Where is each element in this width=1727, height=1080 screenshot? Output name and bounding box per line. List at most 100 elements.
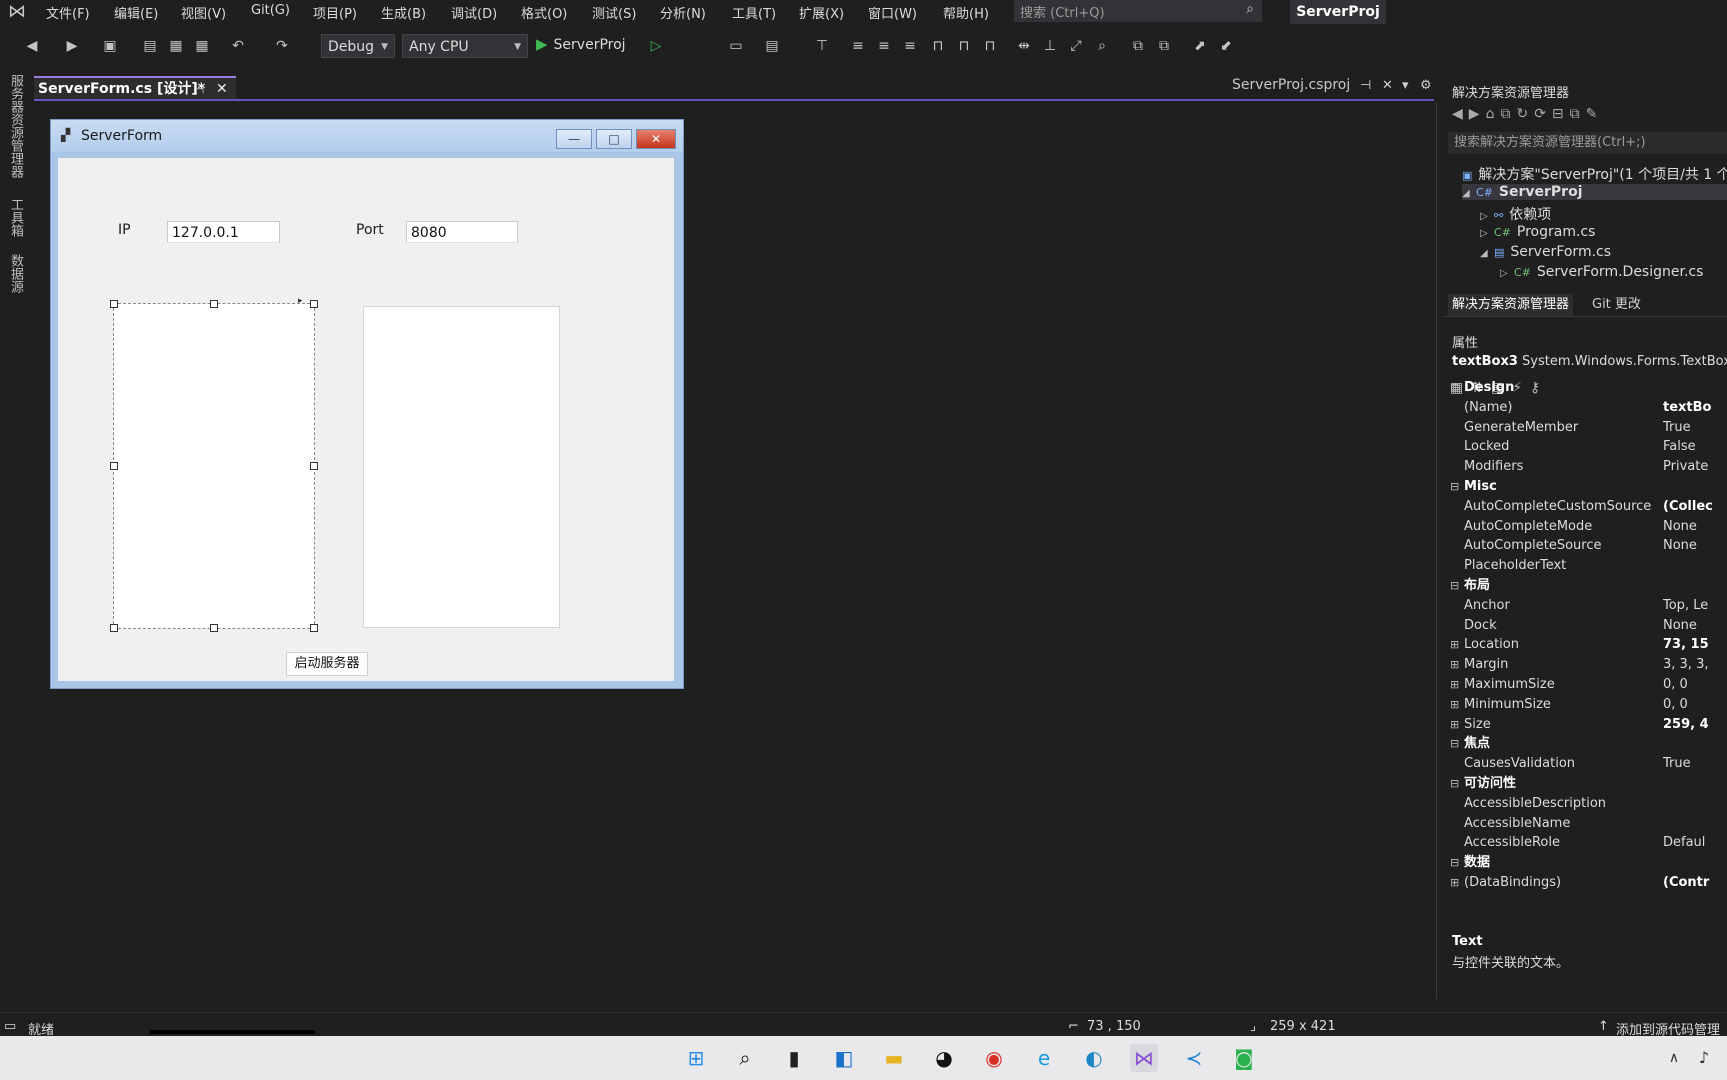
property-row[interactable]: AccessibleRole Defaul [1444, 834, 1727, 852]
property-value[interactable]: (Contr [1663, 874, 1709, 892]
save-all-icon[interactable]: ▦ [192, 36, 212, 56]
property-row[interactable]: Anchor Top, Le [1444, 597, 1727, 615]
collapse-icon[interactable]: ⊟ [1450, 379, 1459, 397]
layout-icon[interactable]: ▤ [762, 36, 782, 56]
search-input[interactable]: 搜索 (Ctrl+Q) ⌕ [1014, 0, 1262, 22]
switch-views-icon[interactable]: ⧉ [1500, 106, 1516, 122]
file-explorer-icon[interactable]: ▬ [880, 1044, 908, 1072]
redo-icon[interactable]: ↷ [272, 36, 292, 56]
resize-handle[interactable] [110, 300, 118, 308]
menu-build[interactable]: 生成(B) [381, 3, 426, 22]
property-value[interactable]: 259, 4 [1663, 716, 1709, 734]
task-view-icon[interactable]: ▮ [780, 1044, 808, 1072]
resize-handle[interactable] [110, 624, 118, 632]
property-category[interactable]: ⊟ Design [1444, 379, 1727, 397]
property-row[interactable]: AccessibleDescription [1444, 795, 1727, 813]
property-value[interactable]: Top, Le [1663, 597, 1708, 615]
menu-format[interactable]: 格式(O) [521, 3, 567, 22]
menu-git[interactable]: Git(G) [251, 3, 290, 18]
menu-debug[interactable]: 调试(D) [451, 3, 497, 22]
ie-browser-icon[interactable]: e [1030, 1044, 1058, 1072]
run-button[interactable]: ▶ ServerProj [536, 35, 626, 53]
pin-icon[interactable]: ⊣ [1360, 78, 1371, 93]
tree-item-solution[interactable]: ▣ 解决方案"ServerProj"(1 个项目/共 1 个) [1462, 164, 1727, 184]
property-row[interactable]: ⊞ MinimumSize 0, 0 [1444, 696, 1727, 714]
expand-icon[interactable]: ⊞ [1450, 676, 1459, 694]
back-icon[interactable]: ◀ [22, 36, 42, 56]
bring-front-icon[interactable]: ⬈ [1190, 36, 1210, 56]
toolbox-tab[interactable]: 工具箱 [6, 198, 25, 237]
tab-git-changes[interactable]: Git 更改 [1588, 294, 1645, 316]
property-value[interactable]: None [1663, 537, 1697, 555]
resize-handle[interactable] [310, 624, 318, 632]
close-icon[interactable]: ✕ [1382, 78, 1393, 93]
resize-handle[interactable] [210, 300, 218, 308]
folder-view-icon[interactable]: ▭ [726, 36, 746, 56]
tab-solution-explorer[interactable]: 解决方案资源管理器 [1448, 294, 1574, 316]
tree-item-program[interactable]: ▷ C# Program.cs [1480, 224, 1595, 240]
collapse-icon[interactable]: ⊟ [1450, 577, 1459, 595]
tree-item-serverform[interactable]: ◢ ▤ ServerForm.cs [1480, 244, 1611, 260]
port-textbox[interactable]: 8080 [406, 221, 518, 243]
menu-help[interactable]: 帮助(H) [943, 3, 989, 22]
send-back-icon[interactable]: ⬋ [1216, 36, 1236, 56]
tab-serverform-designer[interactable]: ServerForm.cs [设计]* ⊣ ✕ [34, 76, 236, 100]
ip-textbox[interactable]: 127.0.0.1 [167, 221, 280, 243]
align-icon[interactable]: ⊤ [812, 36, 832, 56]
expand-icon[interactable]: ⊞ [1450, 636, 1459, 654]
save-icon[interactable]: ▦ [166, 36, 186, 56]
refresh-icon[interactable]: ⟳ [1534, 106, 1552, 122]
collapse-icon[interactable]: ⊟ [1450, 478, 1459, 496]
menu-window[interactable]: 窗口(W) [868, 3, 917, 22]
form-preview-window[interactable]: ▞ ServerForm — □ ✕ IP 127.0.0.1 Port 808… [50, 119, 684, 689]
property-row[interactable]: ⊞ Size 259, 4 [1444, 716, 1727, 734]
property-value[interactable]: 0, 0 [1663, 696, 1688, 714]
minimize-icon[interactable]: — [556, 129, 592, 149]
history-icon[interactable]: ↻ [1516, 106, 1534, 122]
data-sources-tab[interactable]: 数据源 [6, 254, 25, 293]
tree-item-project[interactable]: ◢ C# ServerProj [1462, 184, 1727, 200]
property-category[interactable]: ⊟ Misc [1444, 478, 1727, 496]
resize-handle[interactable] [310, 300, 318, 308]
tab-csproj[interactable]: ServerProj.csproj [1232, 77, 1350, 93]
menu-edit[interactable]: 编辑(E) [114, 3, 158, 22]
new-project-icon[interactable]: ▣ [100, 36, 120, 56]
widgets-icon[interactable]: ◧ [830, 1044, 858, 1072]
property-row[interactable]: (Name) textBo [1444, 399, 1727, 417]
configuration-dropdown[interactable]: Debug ▼ [321, 34, 395, 58]
wrench-icon[interactable]: ✎ [1586, 106, 1604, 122]
forward-icon[interactable]: ▶ [62, 36, 82, 56]
properties-object-selector[interactable]: textBox3 System.Windows.Forms.TextBox [1452, 354, 1727, 369]
property-row[interactable]: AutoCompleteSource None [1444, 537, 1727, 555]
property-row[interactable]: CausesValidation True [1444, 755, 1727, 773]
property-row[interactable]: AutoCompleteMode None [1444, 518, 1727, 536]
expand-icon[interactable]: ⊞ [1450, 656, 1459, 674]
home-icon[interactable]: ⌂ [1486, 106, 1501, 122]
open-folder-icon[interactable]: ▤ [140, 36, 160, 56]
property-value[interactable]: 3, 3, 3, [1663, 656, 1708, 674]
qq-icon[interactable]: ◕ [930, 1044, 958, 1072]
resize-handle[interactable] [110, 462, 118, 470]
property-value[interactable]: Private [1663, 458, 1708, 476]
forward-icon[interactable]: ▶ [1469, 106, 1486, 122]
close-icon[interactable]: ✕ [216, 78, 228, 100]
property-row[interactable]: AutoCompleteCustomSource (Collec [1444, 498, 1727, 516]
property-value[interactable]: None [1663, 518, 1697, 536]
resize-handle[interactable] [310, 462, 318, 470]
menu-extensions[interactable]: 扩展(X) [799, 3, 844, 22]
property-row[interactable]: ⊞ Location 73, 15 [1444, 636, 1727, 654]
property-row[interactable]: Dock None [1444, 617, 1727, 635]
property-value[interactable]: 73, 15 [1663, 636, 1709, 654]
pin-icon[interactable]: ⊣ [194, 78, 204, 100]
property-row[interactable]: ⊞ Margin 3, 3, 3, [1444, 656, 1727, 674]
property-row[interactable]: ⊞ MaximumSize 0, 0 [1444, 676, 1727, 694]
server-explorer-tab[interactable]: 服务器资源管理器 [6, 74, 25, 178]
textbox3-selected[interactable] [113, 303, 315, 629]
property-row[interactable]: AccessibleName [1444, 815, 1727, 833]
run-without-debugging-icon[interactable]: ▷ [646, 36, 666, 56]
property-value[interactable]: Defaul [1663, 834, 1705, 852]
property-row[interactable]: GenerateMember True [1444, 419, 1727, 437]
solution-explorer-search-input[interactable]: 搜索解决方案资源管理器(Ctrl+;) [1448, 132, 1727, 154]
expand-icon[interactable]: ⊞ [1450, 874, 1459, 892]
property-value[interactable]: True [1663, 419, 1691, 437]
